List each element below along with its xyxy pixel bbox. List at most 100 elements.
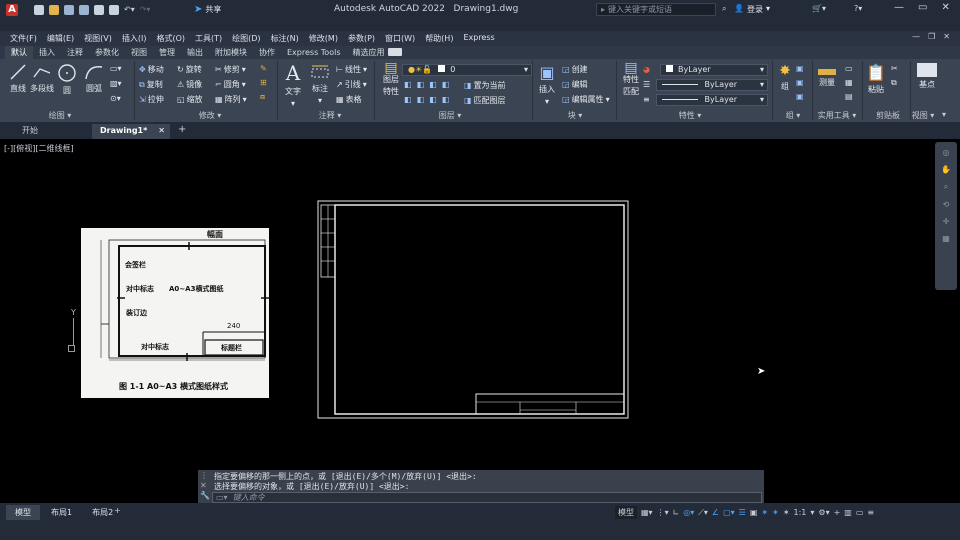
ellipse-icon[interactable]: ⊙▾ [110,94,122,103]
fillet-button[interactable]: ⌐ 圆角 ▾ [215,79,246,90]
customize-icon[interactable]: ≡ [867,508,874,517]
ribbon-tab[interactable]: 管理 [153,46,181,59]
annotation-panel-title[interactable]: 注释 ▾ [300,110,360,121]
doc-minimize-icon[interactable]: — [912,32,920,41]
menu-item[interactable]: 参数(P) [348,33,375,44]
layout-tab[interactable]: 模型 [6,505,40,520]
model-space-button[interactable]: 模型 [615,506,637,519]
search-input[interactable]: 键入关键字或短语 [608,4,672,15]
add-layout-icon[interactable]: + [114,506,121,515]
ribbon-tab[interactable]: 输出 [181,46,209,59]
color-wheel-icon[interactable]: ◕ [643,65,650,74]
dimension-button[interactable]: 标注 ▾ [309,63,331,105]
annotation-monitor-icon[interactable]: + [834,508,841,517]
edit-block-button[interactable]: ◲ 编辑 [562,79,588,90]
lineweight-dropdown[interactable]: ByLayer ▾ [656,94,768,106]
insert-block-button[interactable]: ▣ 插入 ▾ [537,63,557,106]
utilities-panel-title[interactable]: 实用工具 ▾ [812,110,862,121]
close-tab-icon[interactable]: ✕ [158,124,165,138]
isodraft-icon[interactable]: ⟋▾ [698,508,708,518]
open-file-icon[interactable] [49,5,59,15]
create-block-button[interactable]: ◲ 创建 [562,64,588,75]
scale-button[interactable]: ◱ 缩放 [177,94,203,105]
layer-tool-icon[interactable]: ◧ [429,80,437,89]
leader-button[interactable]: ↗ 引线 ▾ [336,79,367,90]
trim-button[interactable]: ✂ 修剪 ▾ [215,64,246,75]
menu-item[interactable]: 修改(M) [309,33,338,44]
arc-button[interactable]: 圆弧 [84,63,104,94]
command-settings-icon[interactable]: 🔧 [200,491,210,500]
group-select-icon[interactable]: ▣ [796,92,804,101]
doc-restore-icon[interactable]: ❐ [928,32,935,41]
share-button[interactable]: ➤ 共享 [194,4,221,15]
layer-tool-icon[interactable]: ◧ [429,95,437,104]
osnap-icon[interactable]: ▢▾ [723,508,735,517]
redo-icon[interactable]: ↷▾ [140,5,151,15]
transparency-icon[interactable]: ▣ [750,508,758,517]
rectangle-icon[interactable]: ▭▾ [110,64,122,73]
ribbon-tab[interactable]: 附加模块 [209,46,253,59]
color-dropdown[interactable]: ByLayer ▾ [660,64,768,76]
layout-tab[interactable]: 布局1 [42,505,81,520]
rotate-button[interactable]: ↻ 旋转 [177,64,202,75]
calculator-icon[interactable]: ▤ [845,92,853,101]
menu-item[interactable]: Express [463,33,494,44]
copy-button[interactable]: ⧉ 复制 [139,79,163,90]
menu-item[interactable]: 编辑(E) [47,33,74,44]
ribbon-tab[interactable]: 精选应用 [347,46,391,59]
select-all-icon[interactable]: ▭ [845,64,853,73]
polar-icon[interactable]: ◎▾ [683,508,694,517]
groups-panel-title[interactable]: 组 ▾ [778,110,808,121]
layers-panel-title[interactable]: 图层 ▾ [420,110,480,121]
snap-icon[interactable]: ⋮▾ [657,508,669,517]
match-layer-button[interactable]: ◨ 匹配图层 [464,95,506,106]
reference-image[interactable]: 幅面 会签栏 对中标志 A0~A3横式图纸 装订边 240 对中标志 标题栏 图… [81,228,269,398]
ribbon-tab[interactable]: 视图 [125,46,153,59]
annotation-auto-icon[interactable]: ✶ [783,508,790,517]
ribbon-tab[interactable]: 参数化 [89,46,125,59]
drawing-tab[interactable]: Drawing1* ✕ [92,124,170,139]
hatch-icon[interactable]: ▨▾ [110,79,122,88]
save-icon[interactable] [64,5,74,15]
linear-dim-button[interactable]: ⊢ 线性 ▾ [336,64,367,75]
clean-screen-icon[interactable]: ▭ [856,508,864,517]
explode-icon[interactable]: ⊞ [260,78,267,87]
osnap-track-icon[interactable]: ∠ [712,508,719,517]
clipboard-panel-title[interactable]: 剪贴板 [868,110,908,121]
save-as-icon[interactable] [79,5,89,15]
text-button[interactable]: A 文字 ▾ [283,62,303,108]
doc-close-icon[interactable]: ✕ [943,32,950,41]
minimize-icon[interactable]: — [894,2,904,13]
nav-grid-icon[interactable]: ▦ [942,234,950,243]
paste-button[interactable]: 📋 粘贴 [866,63,886,95]
menu-item[interactable]: 文件(F) [10,33,37,44]
table-button[interactable]: ▦ 表格 [336,94,362,105]
print-icon[interactable] [109,5,119,15]
ribbon-toggle-icon[interactable] [388,48,402,56]
web-icon[interactable] [94,5,104,15]
close-icon[interactable]: ✕ [941,2,949,13]
properties-panel-title[interactable]: 特性 ▾ [670,110,710,121]
menu-item[interactable]: 视图(V) [84,33,112,44]
ribbon-tab[interactable]: 协作 [253,46,281,59]
layer-dropdown[interactable]: ●☀🔓 0 ▾ [402,64,532,76]
annotation-scale-value[interactable]: 1:1 [794,508,807,517]
maximize-icon[interactable]: ▭ [918,2,927,13]
group-button[interactable]: ✸ 组 [776,63,794,92]
ribbon-tab[interactable]: Express Tools [281,46,347,59]
ungroup-icon[interactable]: ▣ [796,64,804,73]
workspace-gear-icon[interactable]: ⚙▾ [818,508,829,517]
drawing-canvas[interactable]: [-][俯视][二维线框] 幅面 会签栏 对中标志 A0~A3横式图纸 装订边 … [0,139,960,504]
layer-tool-icon[interactable]: ◧ [417,80,425,89]
offset-icon[interactable]: ⧈ [260,92,267,102]
new-tab-icon[interactable]: + [178,124,186,135]
menu-item[interactable]: 插入(I) [122,33,147,44]
annotation-scale-icon[interactable]: ✶ [761,508,768,517]
new-file-icon[interactable] [34,5,44,15]
steering-wheel-icon[interactable]: ◎ [943,148,950,157]
command-grip-icon[interactable]: ⋮ [200,471,208,480]
layer-tool-icon[interactable]: ◧ [404,80,412,89]
quick-select-icon[interactable]: ▦ [845,78,853,87]
search-go-icon[interactable]: ⌕ [722,4,726,14]
menu-item[interactable]: 格式(O) [156,33,185,44]
